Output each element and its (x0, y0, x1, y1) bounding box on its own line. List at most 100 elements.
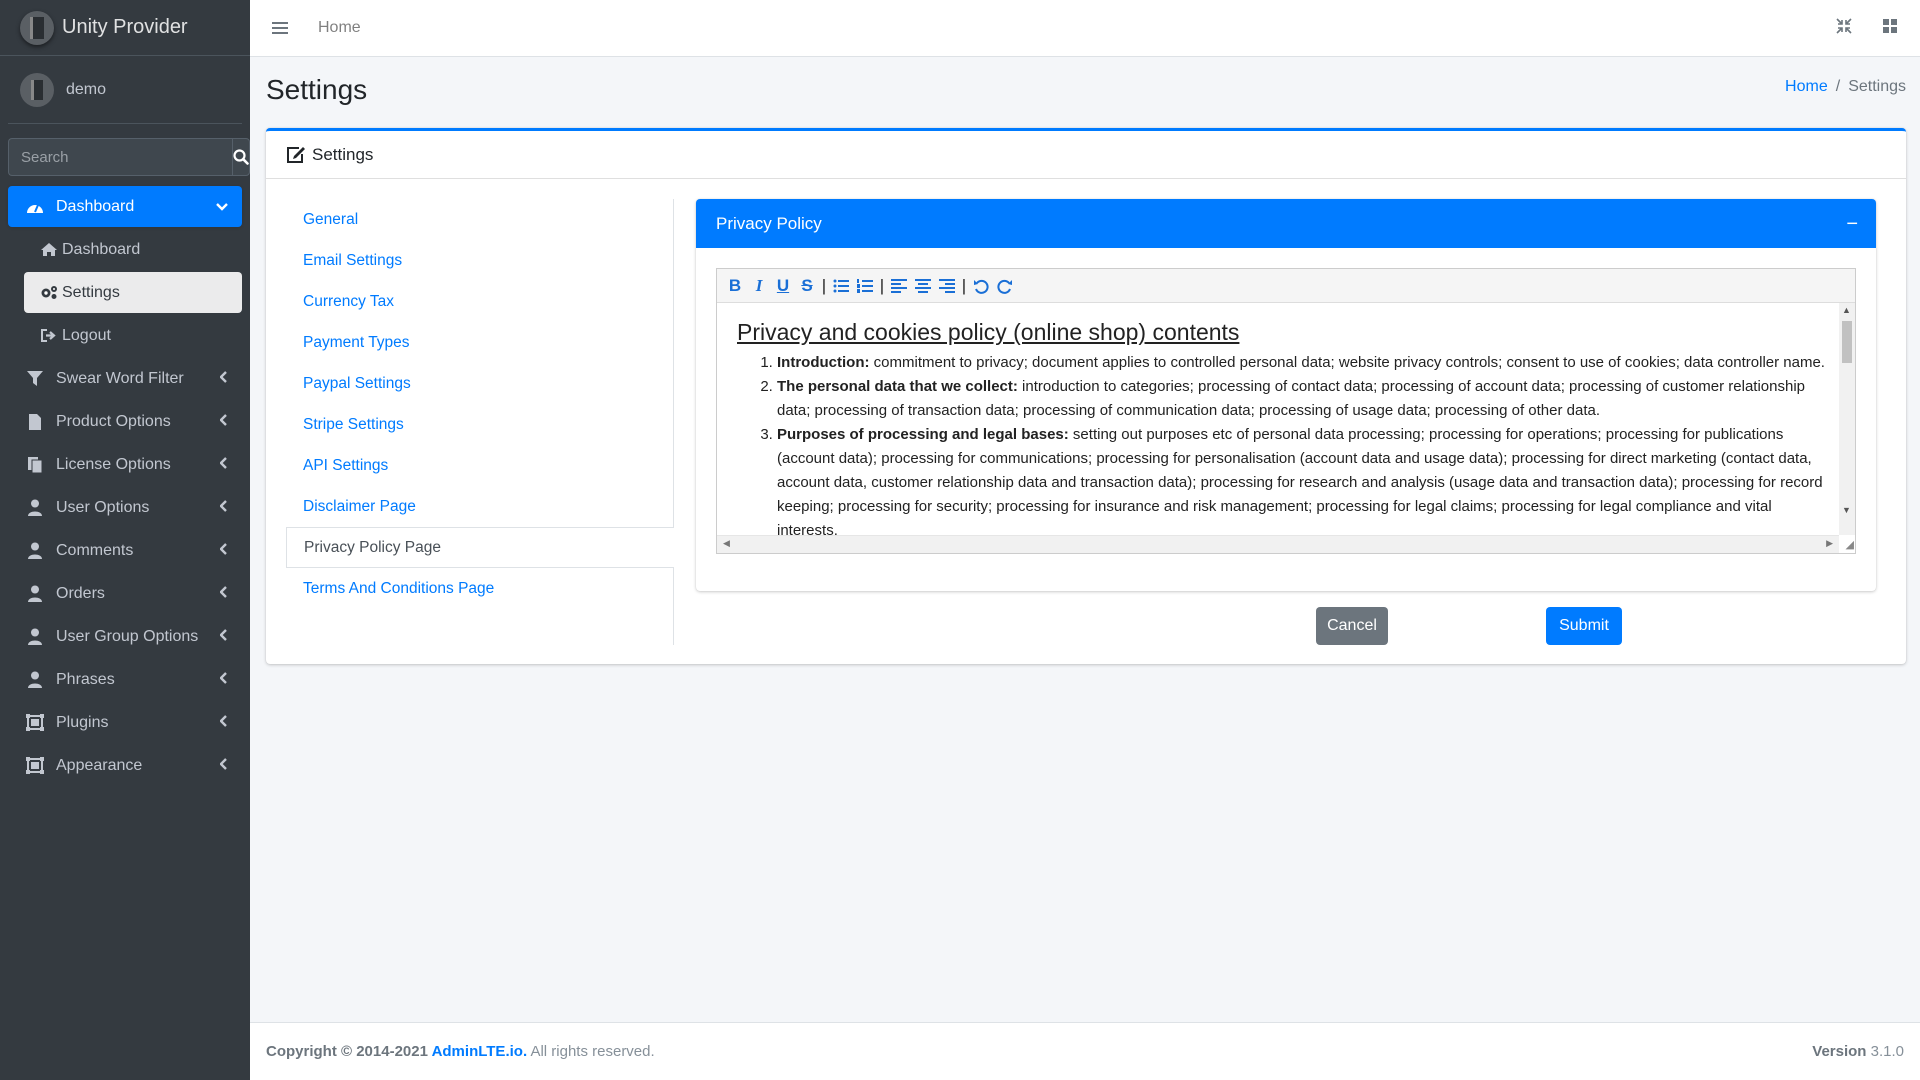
tachometer-icon (24, 198, 46, 216)
bold-icon[interactable]: B (725, 275, 745, 297)
brand-logo-icon (20, 10, 54, 45)
sidebar-item-phrases[interactable]: Phrases (8, 659, 242, 700)
object-group-icon (24, 757, 46, 775)
adminlte-link[interactable]: AdminLTE.io. (432, 1043, 528, 1060)
brand-name: Unity Provider (62, 16, 188, 38)
horizontal-scrollbar[interactable]: ◀ ▶ (717, 535, 1839, 553)
tab-privacy-policy-page[interactable]: Privacy Policy Page (286, 527, 674, 568)
align-left-icon[interactable] (889, 275, 909, 297)
tab-email-settings[interactable]: Email Settings (286, 240, 673, 281)
policy-list: Introduction: commitment to privacy; doc… (737, 351, 1825, 535)
scrollbar-thumb[interactable] (1842, 321, 1852, 363)
tab-currency-tax[interactable]: Currency Tax (286, 281, 673, 322)
chevron-left-icon (219, 371, 228, 386)
sidebar-item-dashboard-group[interactable]: Dashboard (8, 186, 242, 227)
brand-link[interactable]: Unity Provider (0, 0, 250, 56)
scroll-down-icon[interactable]: ▼ (1842, 505, 1851, 515)
user-icon (24, 542, 46, 560)
sidebar-item-user-options[interactable]: User Options (8, 487, 242, 528)
breadcrumb-home-link[interactable]: Home (1785, 78, 1828, 95)
top-nav-right (1836, 0, 1898, 57)
page-title: Settings (266, 74, 368, 105)
search-input[interactable] (8, 138, 232, 176)
version-number: 3.1.0 (1866, 1043, 1904, 1060)
tab-payment-types[interactable]: Payment Types (286, 322, 673, 363)
list-item-title: Purposes of processing and legal bases: (777, 426, 1069, 443)
italic-icon[interactable]: I (749, 275, 769, 297)
sidebar-item-license-options[interactable]: License Options (8, 444, 242, 485)
content-header: Settings Home / Settings (266, 70, 1906, 110)
resize-grip-icon[interactable]: ◢ (1840, 538, 1854, 552)
tab-stripe-settings[interactable]: Stripe Settings (286, 404, 673, 445)
sidebar-item-plugins[interactable]: Plugins (8, 702, 242, 743)
panel-header: Privacy Policy − (696, 199, 1876, 248)
policy-heading: Privacy and cookies policy (online shop)… (737, 319, 1240, 345)
avatar (20, 72, 54, 107)
vertical-scrollbar[interactable]: ▲ ▼ (1839, 303, 1855, 535)
strikethrough-icon[interactable]: S (797, 275, 817, 297)
sidebar-item-product-options[interactable]: Product Options (8, 401, 242, 442)
version-label: Version (1812, 1043, 1867, 1060)
chevron-left-icon (219, 500, 228, 515)
home-icon (40, 241, 58, 259)
sidebar-item-label: User Group Options (56, 627, 199, 645)
align-right-icon[interactable] (937, 275, 957, 297)
top-nav-home-link[interactable]: Home (318, 19, 361, 37)
sidebar-item-label: Product Options (56, 412, 171, 430)
breadcrumb-separator: / (1835, 78, 1841, 95)
list-item-text: commitment to privacy; document applies … (869, 354, 1825, 371)
sidebar-subitem-logout[interactable]: Logout (8, 315, 242, 356)
sidebar-item-swear-word-filter[interactable]: Swear Word Filter (8, 358, 242, 399)
edit-icon (286, 146, 306, 164)
tab-general[interactable]: General (286, 199, 673, 240)
sidebar-item-label: Plugins (56, 713, 109, 731)
scroll-left-icon[interactable]: ◀ (723, 538, 730, 549)
underline-icon[interactable]: U (773, 275, 793, 297)
card-header: Settings (266, 131, 1906, 179)
chevron-left-icon (219, 586, 228, 601)
settings-tabs: General Email Settings Currency Tax Paym… (286, 199, 674, 645)
chevron-down-icon (216, 199, 228, 214)
user-panel[interactable]: demo (8, 56, 242, 124)
sidebar-item-comments[interactable]: Comments (8, 530, 242, 571)
file-icon (24, 413, 46, 431)
sign-out-icon (40, 327, 58, 345)
cancel-button[interactable]: Cancel (1316, 607, 1388, 645)
rich-text-editor: B I U S | | | Privacy and cookies policy… (716, 268, 1856, 554)
user-name[interactable]: demo (66, 81, 106, 99)
align-center-icon[interactable] (913, 275, 933, 297)
sidebar-search (8, 138, 250, 176)
undo-icon[interactable] (971, 275, 991, 297)
list-item-title: Introduction: (777, 354, 870, 371)
gears-icon (40, 284, 58, 302)
list-item: Introduction: commitment to privacy; doc… (777, 351, 1825, 375)
sidebar-item-label: License Options (56, 455, 171, 473)
tab-api-settings[interactable]: API Settings (286, 445, 673, 486)
scroll-up-icon[interactable]: ▲ (1842, 305, 1851, 315)
editor-content[interactable]: Privacy and cookies policy (online shop)… (717, 303, 1855, 535)
bullet-list-icon[interactable] (831, 275, 851, 297)
sidebar-item-appearance[interactable]: Appearance (8, 745, 242, 786)
fullscreen-icon[interactable] (1836, 18, 1852, 39)
control-sidebar-icon[interactable] (1882, 18, 1898, 39)
submit-button[interactable]: Submit (1546, 607, 1622, 645)
sidebar-item-orders[interactable]: Orders (8, 573, 242, 614)
sidebar-item-user-group-options[interactable]: User Group Options (8, 616, 242, 657)
sidebar-subitem-settings[interactable]: Settings (24, 272, 242, 313)
search-button[interactable] (232, 138, 250, 176)
tab-terms-and-conditions-page[interactable]: Terms And Conditions Page (286, 568, 673, 609)
sidebar-subitem-dashboard[interactable]: Dashboard (8, 229, 242, 270)
chevron-left-icon (219, 672, 228, 687)
numbered-list-icon[interactable] (855, 275, 875, 297)
menu-toggle-icon[interactable] (272, 19, 288, 37)
user-icon (24, 671, 46, 689)
scroll-right-icon[interactable]: ▶ (1826, 538, 1833, 549)
filter-icon (24, 370, 46, 388)
sidebar-item-label: User Options (56, 498, 150, 516)
tab-disclaimer-page[interactable]: Disclaimer Page (286, 486, 673, 527)
copyright-text: Copyright © 2014-2021 (266, 1043, 432, 1060)
redo-icon[interactable] (995, 275, 1015, 297)
tab-paypal-settings[interactable]: Paypal Settings (286, 363, 673, 404)
collapse-icon[interactable]: − (1846, 213, 1858, 236)
main-sidebar: Unity Provider demo Dashboard Dashboard (0, 0, 250, 1080)
